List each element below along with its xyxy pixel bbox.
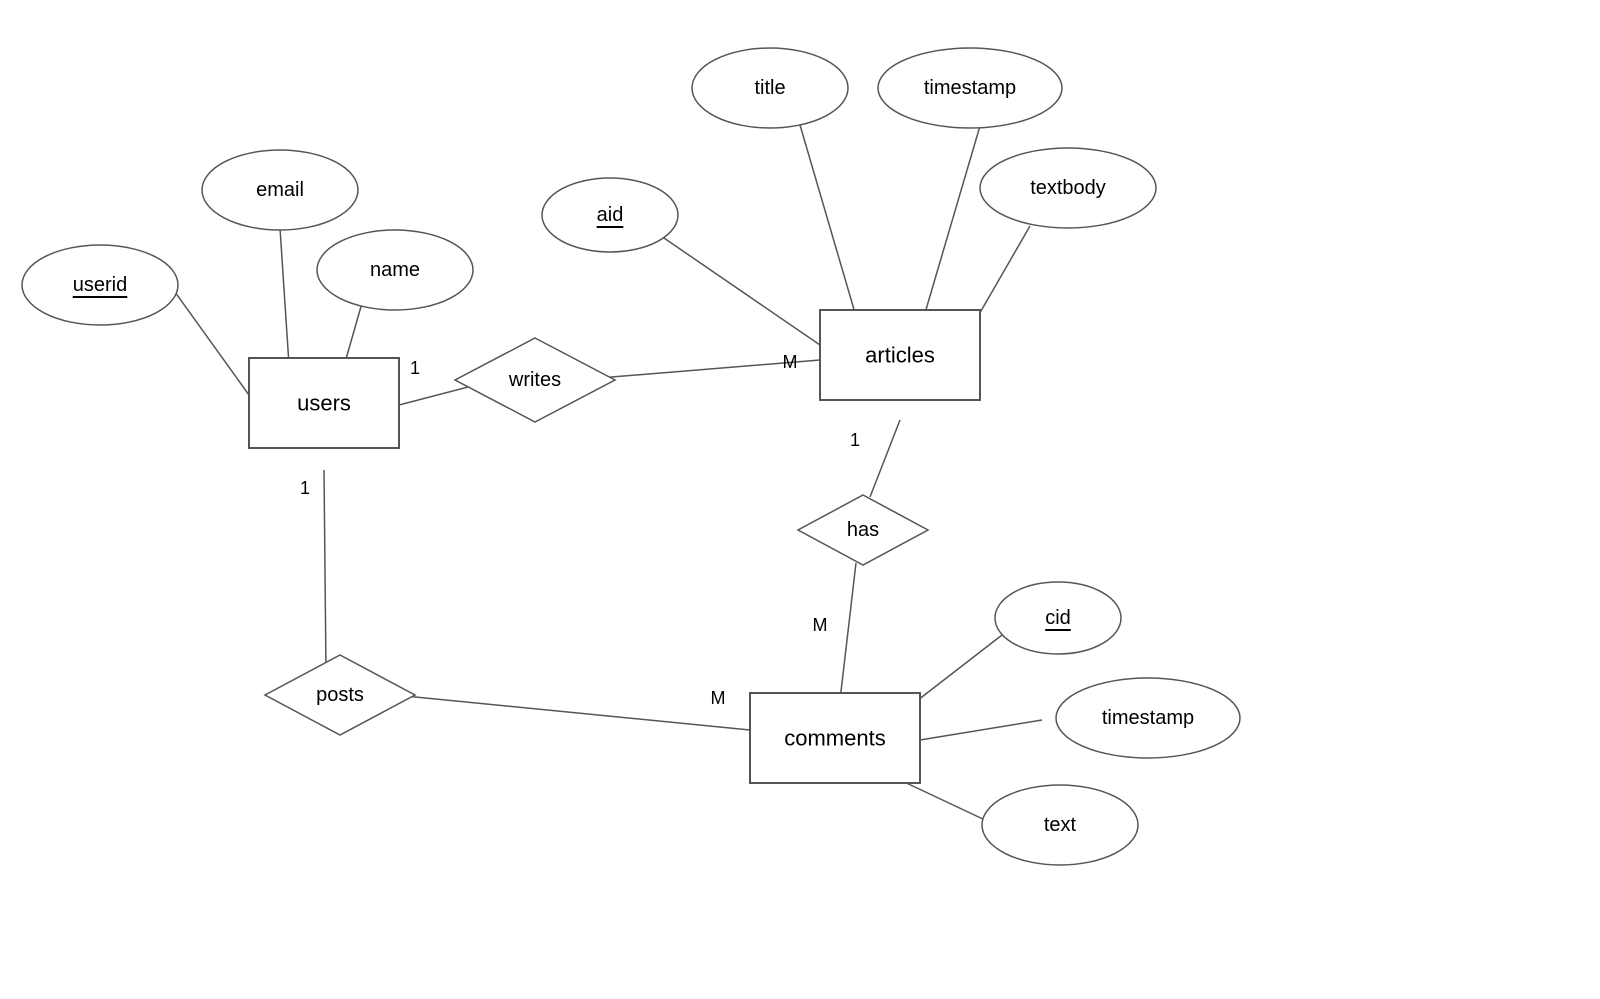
line-text-comments	[900, 780, 985, 820]
card-comments-has-m: M	[813, 615, 828, 635]
line-cid-comments	[918, 635, 1002, 700]
entity-comments-label: comments	[784, 726, 885, 751]
card-users-writes-1: 1	[410, 358, 420, 378]
relationship-has-label: has	[847, 519, 879, 541]
line-timestamp-comments	[920, 720, 1042, 740]
line-timestamp-articles	[920, 126, 980, 330]
attr-title-label: title	[754, 77, 785, 99]
line-articles-has	[870, 420, 900, 497]
attr-userid-label: userid	[73, 274, 127, 296]
attr-cid-label: cid	[1045, 607, 1071, 629]
attr-timestamp-comments-label: timestamp	[1102, 707, 1194, 729]
relationship-writes-label: writes	[508, 369, 561, 391]
line-title-articles	[800, 125, 860, 330]
entity-articles-label: articles	[865, 343, 935, 368]
card-articles-has-1: 1	[850, 430, 860, 450]
line-aid-articles	[645, 225, 820, 345]
line-has-comments	[840, 563, 856, 700]
attr-aid-label: aid	[597, 204, 624, 226]
attr-email-label: email	[256, 179, 304, 201]
card-users-posts-1: 1	[300, 478, 310, 498]
card-articles-writes-m: M	[783, 352, 798, 372]
entity-users-label: users	[297, 391, 351, 416]
line-posts-comments	[395, 695, 750, 730]
line-userid-users	[170, 285, 249, 395]
attr-text-label: text	[1044, 814, 1077, 836]
attr-name-label: name	[370, 259, 420, 281]
attr-textbody-label: textbody	[1030, 177, 1106, 199]
card-comments-posts-m: M	[711, 688, 726, 708]
er-diagram: 1 M 1 M 1 M writes has posts users artic…	[0, 0, 1600, 994]
line-users-posts	[324, 470, 326, 672]
relationship-posts-label: posts	[316, 684, 364, 706]
attr-timestamp-articles-label: timestamp	[924, 77, 1016, 99]
